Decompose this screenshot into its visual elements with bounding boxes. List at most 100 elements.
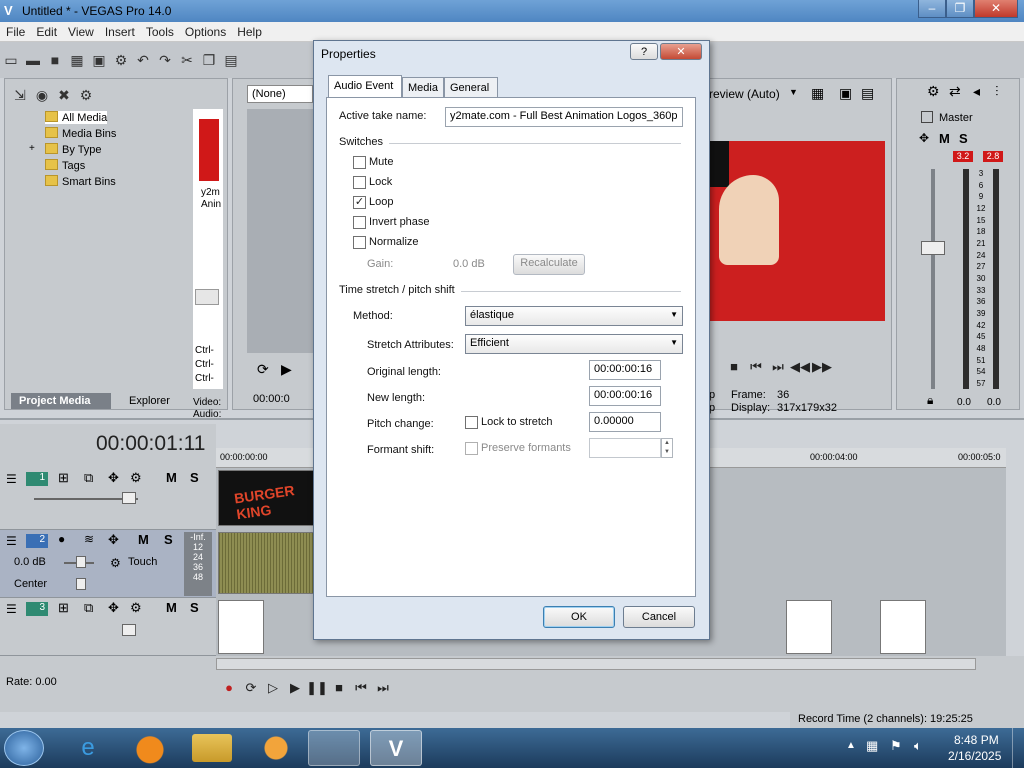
lock-icon[interactable]: 🔒︎: [927, 393, 933, 408]
track-motion-icon[interactable]: ⊞: [58, 470, 69, 486]
method-select[interactable]: élastique ▼: [465, 306, 683, 326]
start-button[interactable]: [4, 730, 44, 766]
gear-icon[interactable]: ⚙: [130, 600, 142, 616]
trimmer-dropdown[interactable]: (None): [247, 85, 313, 103]
formant-shift-field[interactable]: [589, 438, 661, 458]
mute-button[interactable]: M: [138, 532, 149, 547]
master-fader[interactable]: [921, 241, 945, 255]
open-icon[interactable]: ▬: [25, 52, 41, 68]
mute-button[interactable]: M: [166, 600, 177, 615]
clock-time[interactable]: 8:48 PM: [954, 733, 999, 747]
menu-tools[interactable]: Tools: [140, 22, 179, 39]
close-button[interactable]: ✕: [974, 0, 1018, 18]
solo-button[interactable]: S: [164, 532, 173, 547]
redo-icon[interactable]: ↷: [157, 52, 173, 68]
network-icon[interactable]: ▦: [866, 738, 878, 754]
track-menu-icon[interactable]: ☰: [6, 534, 17, 548]
tree-smart-bins[interactable]: Smart Bins: [45, 175, 116, 188]
track-header-2[interactable]: ☰ 2 ● ≋ ✥ M S 0.0 dB Center ⚙ Touch -Inf…: [0, 530, 216, 598]
volume-icon[interactable]: 🔈︎: [914, 738, 922, 754]
go-to-end-icon[interactable]: ⏭: [372, 680, 394, 696]
menu-insert[interactable]: Insert: [99, 22, 140, 39]
tab-media[interactable]: Media: [402, 77, 444, 98]
composite-icon[interactable]: ⧉: [84, 600, 93, 616]
mixer-icon[interactable]: ⫶: [995, 83, 999, 100]
import-icon[interactable]: ⇲: [12, 87, 28, 103]
tree-by-type[interactable]: By Type: [45, 143, 102, 156]
track-fx-icon[interactable]: ✥: [108, 600, 119, 616]
gear-icon[interactable]: ⚙: [130, 470, 142, 486]
menu-options[interactable]: Options: [179, 22, 231, 39]
active-take-field[interactable]: y2mate.com - Full Best Animation Logos_3…: [445, 107, 683, 127]
go-to-start-icon[interactable]: ⏮: [350, 680, 372, 696]
stop-icon[interactable]: ■: [328, 680, 350, 695]
paste-icon[interactable]: ▤: [223, 52, 239, 68]
save-icon[interactable]: ■: [47, 52, 63, 68]
lock-checkbox[interactable]: [353, 176, 366, 189]
master-fx-icon[interactable]: ⚙: [927, 83, 940, 100]
fx-icon[interactable]: ⚙: [78, 87, 94, 103]
loop-icon[interactable]: ⟳: [257, 361, 269, 378]
record-icon[interactable]: ●: [218, 680, 240, 695]
track-menu-icon[interactable]: ☰: [6, 602, 17, 616]
track-motion-icon[interactable]: ⊞: [58, 600, 69, 616]
tab-general[interactable]: General: [444, 77, 498, 98]
menu-view[interactable]: View: [62, 22, 99, 39]
invert-phase-checkbox[interactable]: [353, 216, 366, 229]
firefox-icon[interactable]: [124, 730, 176, 766]
composite-icon[interactable]: ⧉: [84, 470, 93, 486]
loop-clip[interactable]: [218, 600, 264, 654]
media-scroll[interactable]: [195, 289, 219, 305]
track-header-3[interactable]: ☰ 3 ⊞ ⧉ ✥ ⚙ M S: [0, 598, 216, 656]
loop-playback-icon[interactable]: ⟳: [240, 680, 262, 696]
taskbar-app-running[interactable]: [308, 730, 360, 766]
master-fx-chain-icon[interactable]: ✥: [919, 131, 929, 145]
tab-audio-event[interactable]: Audio Event: [328, 75, 402, 98]
timeline-scrollbar[interactable]: [216, 658, 976, 670]
tab-explorer[interactable]: Explorer: [123, 393, 193, 409]
clock-date[interactable]: 2/16/2025: [948, 749, 1001, 763]
explorer-icon[interactable]: [192, 734, 232, 762]
mute-button[interactable]: M: [166, 470, 177, 485]
downmix-icon[interactable]: ⇄: [949, 83, 961, 100]
record-arm-icon[interactable]: ●: [58, 532, 65, 546]
media-thumbnail[interactable]: [199, 119, 219, 181]
new-length-field[interactable]: 00:00:00:16: [589, 386, 661, 406]
cut-icon[interactable]: ✂: [179, 52, 195, 68]
delete-icon[interactable]: ✖: [56, 87, 72, 103]
invert-phase-icon[interactable]: ≋: [84, 532, 94, 546]
new-icon[interactable]: ▭: [3, 52, 19, 68]
save-as-icon[interactable]: ▦: [69, 52, 85, 68]
prev-frame-icon[interactable]: ⏮: [745, 359, 767, 375]
solo-button[interactable]: S: [190, 600, 199, 615]
preview-settings-icon[interactable]: ▤: [861, 85, 874, 102]
solo-button[interactable]: S: [190, 470, 199, 485]
audio-clip[interactable]: [218, 532, 314, 594]
track-menu-icon[interactable]: ☰: [6, 472, 17, 486]
maximize-button[interactable]: ❐: [946, 0, 974, 18]
capture-icon[interactable]: ◉: [34, 87, 50, 103]
chevron-down-icon[interactable]: ▼: [789, 87, 798, 97]
next-frame-icon[interactable]: ⏭: [767, 359, 789, 375]
menu-edit[interactable]: Edit: [30, 22, 62, 39]
show-desktop-button[interactable]: [1012, 728, 1024, 768]
pause-icon[interactable]: ❚❚: [306, 680, 328, 696]
vegas-taskbar-icon[interactable]: V: [370, 730, 422, 766]
ok-button[interactable]: OK: [543, 606, 615, 628]
tree-media-bins[interactable]: Media Bins: [45, 127, 116, 140]
undo-icon[interactable]: ↶: [135, 52, 151, 68]
tray-expand-icon[interactable]: ▲: [846, 740, 856, 751]
forward-icon[interactable]: ▶▶: [811, 359, 833, 375]
master-mute-button[interactable]: M: [939, 131, 950, 146]
formant-spin-icon[interactable]: ▲ ▼: [661, 438, 673, 458]
menu-file[interactable]: File: [0, 22, 30, 39]
preserve-formants-checkbox[interactable]: [465, 442, 478, 455]
track-fx-icon[interactable]: ✥: [108, 470, 119, 486]
tree-tags[interactable]: Tags: [45, 159, 85, 172]
preview-quality[interactable]: review (Auto): [709, 87, 780, 101]
dim-icon[interactable]: ◂: [973, 83, 980, 100]
flag-icon[interactable]: ⚑: [890, 738, 902, 754]
ie-icon[interactable]: e: [62, 730, 114, 766]
video-clip[interactable]: BURGER KING: [218, 470, 314, 526]
track-header-1[interactable]: ☰ 1 ⊞ ⧉ ✥ ⚙ M S: [0, 468, 216, 530]
